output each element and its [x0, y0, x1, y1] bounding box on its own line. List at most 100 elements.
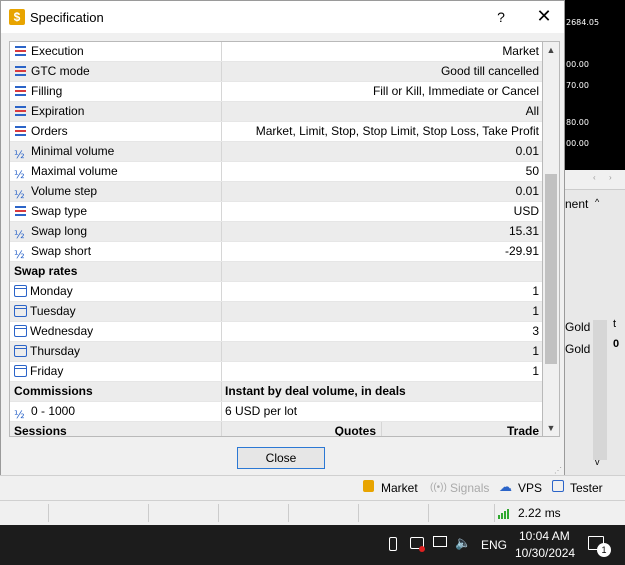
row-value: Market	[502, 44, 539, 58]
row-value: -29.91	[504, 244, 539, 258]
row-value: 15.31	[508, 224, 539, 238]
signal-strength-icon	[498, 507, 512, 519]
edge-char: t	[613, 318, 617, 330]
table-row[interactable]: Thursday 1	[10, 342, 542, 362]
scroll-down-icon[interactable]: v	[595, 457, 600, 467]
volume-icon[interactable]: 🔈	[455, 535, 471, 551]
row-name-cell: Swap type	[10, 202, 222, 221]
vertical-scrollbar[interactable]: ▲ ▼	[543, 41, 560, 437]
usb-icon[interactable]	[389, 537, 397, 551]
calendar-icon	[14, 325, 27, 337]
table-row[interactable]: ½ Swap short -29.91	[10, 242, 542, 262]
row-value: 1	[532, 364, 539, 378]
row-value	[222, 262, 542, 281]
table-row[interactable]: Expiration All	[10, 102, 542, 122]
row-value: USD	[513, 204, 539, 218]
row-value: Market, Limit, Stop, Stop Limit, Stop Lo…	[255, 124, 539, 138]
row-value: 3	[532, 324, 539, 338]
status-bar: 2.22 ms	[0, 500, 625, 524]
terminal-value: 80.00	[566, 118, 589, 127]
row-name: Swap long	[31, 224, 88, 238]
dollar-icon: $	[9, 9, 25, 25]
spec-table: Execution Market GTC mode Good till cancell…	[9, 41, 543, 437]
list-icon	[14, 84, 28, 98]
table-row[interactable]: Swap rates	[10, 262, 542, 282]
table-row[interactable]: ½ Minimal volume 0.01	[10, 142, 542, 162]
quotes-header: Quotes	[222, 422, 382, 436]
list-icon	[14, 124, 28, 138]
table-row[interactable]: ½ Volume step 0.01	[10, 182, 542, 202]
vps-link[interactable]: VPS	[518, 481, 542, 495]
table-row[interactable]: Friday 1	[10, 362, 542, 382]
taskbar: 🔈 ENG 10:04 AM 10/30/2024 1	[0, 525, 625, 565]
gold-label: Gold	[565, 320, 591, 334]
row-name: Expiration	[31, 104, 85, 118]
chevron-right-icon[interactable]: ›	[609, 173, 612, 182]
terminal-value: 70.00	[566, 81, 589, 90]
table-row[interactable]: Sessions Quotes Trade	[10, 422, 542, 437]
scroll-up-icon[interactable]: ^	[595, 197, 599, 207]
half-icon: ½	[14, 148, 25, 161]
scroll-up-icon[interactable]: ▲	[543, 42, 559, 58]
close-button[interactable]: Close	[237, 447, 325, 469]
table-row[interactable]: Tuesday 1	[10, 302, 542, 322]
table-row[interactable]: Monday 1	[10, 282, 542, 302]
row-name-cell: Expiration	[10, 102, 222, 121]
table-row[interactable]: ½ 0 - 1000 6 USD per lot	[10, 402, 542, 422]
row-name-cell: ½ Volume step	[10, 182, 222, 201]
row-name: Execution	[31, 44, 84, 58]
half-icon: ½	[14, 228, 25, 241]
clock-date[interactable]: 10/30/2024	[515, 546, 575, 560]
row-name: Thursday	[30, 344, 81, 358]
scroll-thumb[interactable]	[545, 174, 557, 364]
row-name-cell: Wednesday	[10, 322, 222, 341]
table-row[interactable]: ½ Swap long 15.31	[10, 222, 542, 242]
row-name: Orders	[31, 124, 68, 138]
language-indicator[interactable]: ENG	[481, 538, 507, 552]
list-icon	[14, 104, 28, 118]
row-name-cell: GTC mode	[10, 62, 222, 81]
tester-link[interactable]: Tester	[570, 481, 603, 495]
help-button[interactable]: ?	[486, 5, 516, 29]
signals-link[interactable]: Signals	[450, 481, 489, 495]
row-name-cell: ½ Swap short	[10, 242, 222, 261]
alert-dot-icon	[419, 546, 425, 552]
row-name: Wednesday	[30, 324, 94, 338]
row-name: Minimal volume	[31, 144, 115, 158]
market-link[interactable]: Market	[381, 481, 418, 495]
table-row[interactable]: Swap type USD	[10, 202, 542, 222]
table-row[interactable]: ½ Maximal volume 50	[10, 162, 542, 182]
list-icon	[14, 64, 28, 78]
title-bar[interactable]: $ Specification ? ✕	[1, 1, 564, 33]
row-name: Maximal volume	[31, 164, 118, 178]
terminal-value: 2684.05	[566, 18, 600, 27]
row-name: Swap type	[31, 204, 88, 218]
half-icon: ½	[14, 408, 25, 421]
resize-grip-icon[interactable]: ⋰	[554, 466, 562, 475]
half-icon: ½	[14, 188, 25, 201]
chevron-left-icon[interactable]: ‹	[593, 173, 596, 182]
row-name: Swap short	[31, 244, 92, 258]
scroll-down-icon[interactable]: ▼	[543, 420, 559, 436]
row-name-cell: Orders	[10, 122, 222, 141]
table-row[interactable]: Commissions Instant by deal volume, in de…	[10, 382, 542, 402]
row-value: Fill or Kill, Immediate or Cancel	[372, 84, 539, 98]
row-name: Monday	[30, 284, 73, 298]
calendar-icon	[14, 305, 27, 317]
close-icon[interactable]: ✕	[529, 5, 559, 29]
trade-header: Trade	[506, 424, 539, 437]
row-name-cell: ½ Maximal volume	[10, 162, 222, 181]
toolbar-row: Market ((•)) Signals ☁ VPS Tester	[0, 475, 625, 499]
ping-value: 2.22 ms	[518, 506, 561, 520]
table-row[interactable]: Wednesday 3	[10, 322, 542, 342]
specification-dialog: $ Specification ? ✕ Execution Market GTC m…	[0, 0, 565, 477]
panel-label: nent	[565, 197, 589, 211]
table-row[interactable]: GTC mode Good till cancelled	[10, 62, 542, 82]
row-name-cell: Tuesday	[10, 302, 222, 321]
table-row[interactable]: Execution Market	[10, 42, 542, 62]
background-scrollbar[interactable]	[593, 320, 607, 460]
clock-time[interactable]: 10:04 AM	[519, 529, 570, 543]
table-row[interactable]: Filling Fill or Kill, Immediate or Cancel	[10, 82, 542, 102]
network-icon[interactable]	[433, 536, 447, 547]
table-row[interactable]: Orders Market, Limit, Stop, Stop Limit, S…	[10, 122, 542, 142]
